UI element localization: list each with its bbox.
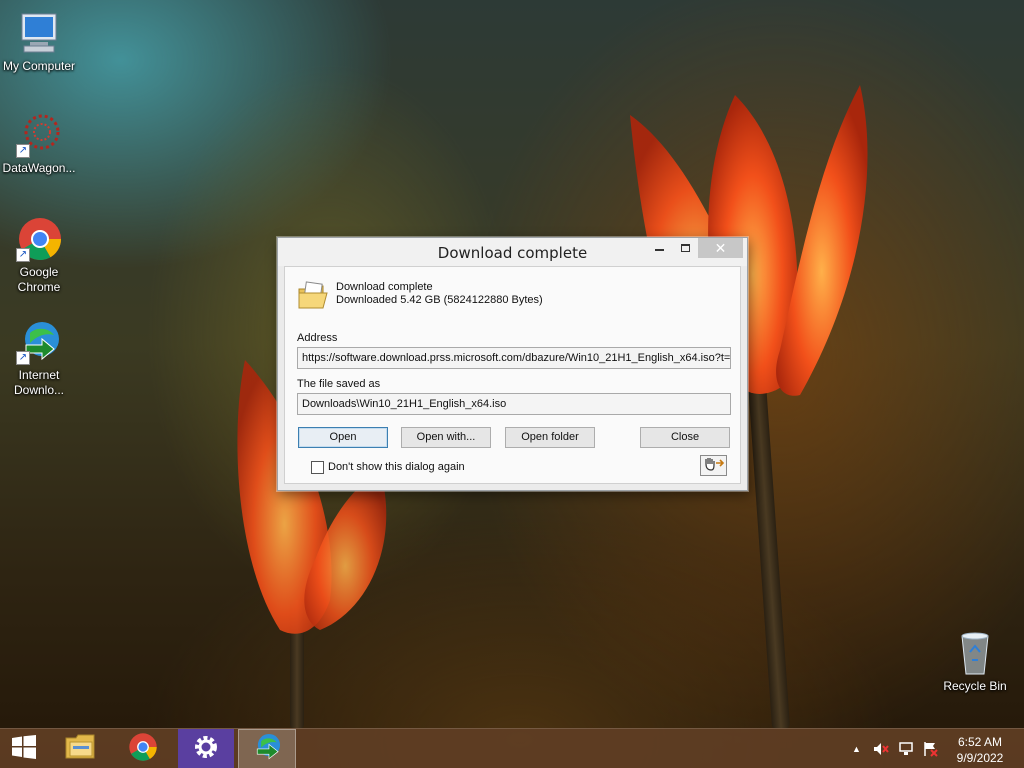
desktop-icon-label: DataWagon...: [2, 161, 76, 175]
downloaded-size: Downloaded 5.42 GB (5824122880 Bytes): [336, 294, 543, 306]
close-icon: ✕: [714, 239, 727, 256]
minimize-icon: [654, 249, 664, 251]
hand-arrow-icon: [703, 455, 725, 476]
desktop-icon-label: My Computer: [2, 59, 76, 73]
open-folder-button[interactable]: Open folder: [505, 427, 595, 448]
close-window-button[interactable]: ✕: [698, 238, 743, 258]
desktop-icon-google-chrome[interactable]: ↗ Google Chrome: [0, 216, 78, 295]
open-with-button[interactable]: Open with...: [401, 427, 491, 448]
action-center-flag-icon[interactable]: [922, 729, 938, 768]
desktop-icon-label: Google Chrome: [17, 265, 61, 294]
internet-download-manager-icon: [251, 732, 283, 767]
desktop-icon-my-computer[interactable]: My Computer: [0, 10, 78, 74]
address-label: Address: [297, 332, 338, 344]
dont-show-label[interactable]: Don't show this dialog again: [328, 461, 465, 473]
address-field[interactable]: https://software.download.prss.microsoft…: [297, 347, 731, 369]
desktop-icon-internet-download-manager[interactable]: ↗ Internet Downlo...: [0, 319, 78, 398]
internet-download-manager-icon: ↗: [16, 319, 62, 365]
drag-hand-button[interactable]: [700, 455, 727, 476]
dialog-content: Download complete Downloaded 5.42 GB (58…: [284, 266, 741, 484]
chrome-icon: ↗: [16, 216, 62, 262]
clock-time: 6:52 AM: [957, 735, 1003, 749]
datawagon-icon: ↗: [16, 112, 62, 158]
chrome-icon: [128, 732, 158, 767]
shortcut-arrow-icon: ↗: [16, 248, 30, 262]
taskbar-clock[interactable]: 6:52 AM 9/9/2022: [948, 734, 1012, 766]
dont-show-checkbox[interactable]: [311, 461, 324, 474]
shortcut-arrow-icon: ↗: [16, 351, 30, 365]
open-folder-icon: [297, 281, 329, 311]
desktop-icon-label: Recycle Bin: [943, 679, 1007, 693]
volume-muted-icon[interactable]: [873, 729, 889, 768]
taskbar-internet-download-manager[interactable]: [238, 729, 296, 768]
desktop-icon-label: Internet Downlo...: [13, 368, 65, 397]
maximize-button[interactable]: [672, 238, 698, 258]
download-complete-dialog: Download complete ✕ Download complete Do…: [277, 237, 748, 491]
close-button[interactable]: Close: [640, 427, 730, 448]
desktop-icon-recycle-bin[interactable]: Recycle Bin: [936, 630, 1014, 694]
dialog-titlebar[interactable]: Download complete ✕: [278, 238, 747, 266]
chevron-up-icon: ▲: [852, 744, 861, 754]
start-button[interactable]: [0, 729, 48, 768]
shortcut-arrow-icon: ↗: [16, 144, 30, 158]
start-icon: [11, 734, 37, 764]
maximize-icon: [680, 244, 690, 252]
taskbar: ▲ 6:52 AM 9/9/2022: [0, 728, 1024, 768]
desktop-icon-datawagon[interactable]: ↗ DataWagon...: [0, 112, 78, 176]
status-message: Download complete: [336, 281, 433, 293]
settings-icon: [192, 733, 220, 766]
saved-path-field[interactable]: Downloads\Win10_21H1_English_x64.iso: [297, 393, 731, 415]
network-icon[interactable]: [898, 729, 914, 768]
recycle-bin-icon: [952, 630, 998, 676]
computer-icon: [16, 10, 62, 56]
taskbar-file-explorer[interactable]: [56, 729, 106, 768]
taskbar-settings[interactable]: [178, 729, 234, 768]
minimize-button[interactable]: [646, 238, 672, 258]
show-hidden-icons-button[interactable]: ▲: [852, 729, 861, 768]
saved-as-label: The file saved as: [297, 378, 381, 390]
file-explorer-icon: [64, 732, 98, 767]
taskbar-chrome[interactable]: [118, 729, 168, 768]
open-button[interactable]: Open: [298, 427, 388, 448]
clock-date: 9/9/2022: [956, 751, 1004, 765]
